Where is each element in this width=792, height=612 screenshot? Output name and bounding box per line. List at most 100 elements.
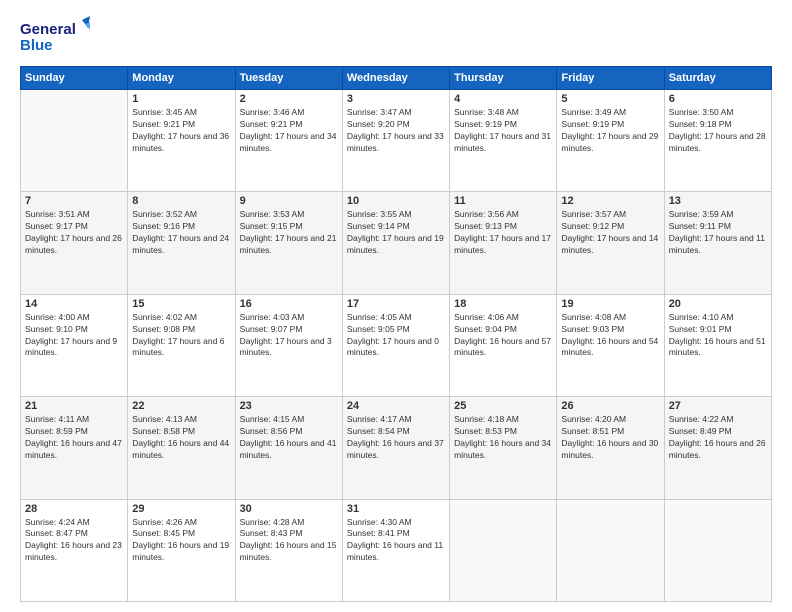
day-info: Sunrise: 4:15 AMSunset: 8:56 PMDaylight:… (240, 414, 338, 462)
day-info: Sunrise: 3:49 AMSunset: 9:19 PMDaylight:… (561, 107, 659, 155)
day-info: Sunrise: 4:02 AMSunset: 9:08 PMDaylight:… (132, 312, 230, 360)
calendar-page: General Blue SundayMondayTuesdayWednesda… (0, 0, 792, 612)
calendar-cell (557, 499, 664, 601)
calendar-cell (21, 90, 128, 192)
calendar-cell: 22 Sunrise: 4:13 AMSunset: 8:58 PMDayligh… (128, 397, 235, 499)
calendar-cell: 25 Sunrise: 4:18 AMSunset: 8:53 PMDayligh… (450, 397, 557, 499)
day-number: 29 (132, 503, 230, 515)
day-number: 22 (132, 400, 230, 412)
calendar-cell: 5Sunrise: 3:49 AMSunset: 9:19 PMDaylight… (557, 90, 664, 192)
day-number: 4 (454, 93, 552, 105)
calendar-cell: 28 Sunrise: 4:24 AMSunset: 8:47 PMDayligh… (21, 499, 128, 601)
calendar-cell: 23 Sunrise: 4:15 AMSunset: 8:56 PMDayligh… (235, 397, 342, 499)
day-info: Sunrise: 4:00 AMSunset: 9:10 PMDaylight:… (25, 312, 123, 360)
day-number: 12 (561, 195, 659, 207)
day-number: 23 (240, 400, 338, 412)
day-info: Sunrise: 3:45 AMSunset: 9:21 PMDaylight:… (132, 107, 230, 155)
day-number: 24 (347, 400, 445, 412)
day-info: Sunrise: 4:26 AMSunset: 8:45 PMDaylight:… (132, 517, 230, 565)
calendar-cell: 30 Sunrise: 4:28 AMSunset: 8:43 PMDayligh… (235, 499, 342, 601)
day-number: 25 (454, 400, 552, 412)
day-number: 20 (669, 298, 767, 310)
day-number: 1 (132, 93, 230, 105)
day-info: Sunrise: 4:11 AMSunset: 8:59 PMDaylight:… (25, 414, 123, 462)
calendar-cell: 21 Sunrise: 4:11 AMSunset: 8:59 PMDayligh… (21, 397, 128, 499)
weekday-header-row: SundayMondayTuesdayWednesdayThursdayFrid… (21, 67, 772, 90)
day-info: Sunrise: 3:53 AMSunset: 9:15 PMDaylight:… (240, 209, 338, 257)
day-info: Sunrise: 3:51 AMSunset: 9:17 PMDaylight:… (25, 209, 123, 257)
svg-text:General: General (20, 21, 76, 38)
calendar-cell: 9 Sunrise: 3:53 AMSunset: 9:15 PMDaylight… (235, 192, 342, 294)
calendar-cell: 31Sunrise: 4:30 AMSunset: 8:41 PMDayligh… (342, 499, 449, 601)
weekday-header-saturday: Saturday (664, 67, 771, 90)
week-row-3: 21 Sunrise: 4:11 AMSunset: 8:59 PMDayligh… (21, 397, 772, 499)
day-number: 17 (347, 298, 445, 310)
calendar-cell: 24 Sunrise: 4:17 AMSunset: 8:54 PMDayligh… (342, 397, 449, 499)
logo-svg: General Blue (20, 16, 90, 58)
day-info: Sunrise: 3:52 AMSunset: 9:16 PMDaylight:… (132, 209, 230, 257)
day-number: 21 (25, 400, 123, 412)
calendar-cell: 26 Sunrise: 4:20 AMSunset: 8:51 PMDayligh… (557, 397, 664, 499)
day-number: 7 (25, 195, 123, 207)
day-info: Sunrise: 4:20 AMSunset: 8:51 PMDaylight:… (561, 414, 659, 462)
calendar-cell: 27Sunrise: 4:22 AMSunset: 8:49 PMDayligh… (664, 397, 771, 499)
day-info: Sunrise: 3:56 AMSunset: 9:13 PMDaylight:… (454, 209, 552, 257)
day-info: Sunrise: 3:48 AMSunset: 9:19 PMDaylight:… (454, 107, 552, 155)
calendar-cell: 18Sunrise: 4:06 AMSunset: 9:04 PMDayligh… (450, 294, 557, 396)
day-info: Sunrise: 4:17 AMSunset: 8:54 PMDaylight:… (347, 414, 445, 462)
day-number: 28 (25, 503, 123, 515)
week-row-0: 1 Sunrise: 3:45 AMSunset: 9:21 PMDaylight… (21, 90, 772, 192)
calendar-table: SundayMondayTuesdayWednesdayThursdayFrid… (20, 66, 772, 602)
day-info: Sunrise: 3:46 AMSunset: 9:21 PMDaylight:… (240, 107, 338, 155)
day-info: Sunrise: 4:24 AMSunset: 8:47 PMDaylight:… (25, 517, 123, 565)
calendar-cell (450, 499, 557, 601)
calendar-cell: 3Sunrise: 3:47 AMSunset: 9:20 PMDaylight… (342, 90, 449, 192)
weekday-header-sunday: Sunday (21, 67, 128, 90)
header: General Blue (20, 16, 772, 58)
day-info: Sunrise: 4:08 AMSunset: 9:03 PMDaylight:… (561, 312, 659, 360)
calendar-cell: 19 Sunrise: 4:08 AMSunset: 9:03 PMDayligh… (557, 294, 664, 396)
day-info: Sunrise: 3:59 AMSunset: 9:11 PMDaylight:… (669, 209, 767, 257)
day-number: 14 (25, 298, 123, 310)
day-number: 27 (669, 400, 767, 412)
day-number: 2 (240, 93, 338, 105)
calendar-cell: 6Sunrise: 3:50 AMSunset: 9:18 PMDaylight… (664, 90, 771, 192)
weekday-header-tuesday: Tuesday (235, 67, 342, 90)
day-number: 30 (240, 503, 338, 515)
day-info: Sunrise: 3:57 AMSunset: 9:12 PMDaylight:… (561, 209, 659, 257)
weekday-header-thursday: Thursday (450, 67, 557, 90)
day-info: Sunrise: 4:18 AMSunset: 8:53 PMDaylight:… (454, 414, 552, 462)
calendar-cell: 4 Sunrise: 3:48 AMSunset: 9:19 PMDaylight… (450, 90, 557, 192)
day-number: 10 (347, 195, 445, 207)
calendar-cell: 17 Sunrise: 4:05 AMSunset: 9:05 PMDayligh… (342, 294, 449, 396)
day-info: Sunrise: 4:30 AMSunset: 8:41 PMDaylight:… (347, 517, 445, 565)
calendar-cell: 8Sunrise: 3:52 AMSunset: 9:16 PMDaylight… (128, 192, 235, 294)
day-number: 16 (240, 298, 338, 310)
day-number: 15 (132, 298, 230, 310)
weekday-header-wednesday: Wednesday (342, 67, 449, 90)
calendar-cell: 11 Sunrise: 3:56 AMSunset: 9:13 PMDayligh… (450, 192, 557, 294)
day-info: Sunrise: 4:03 AMSunset: 9:07 PMDaylight:… (240, 312, 338, 360)
day-number: 19 (561, 298, 659, 310)
day-info: Sunrise: 4:13 AMSunset: 8:58 PMDaylight:… (132, 414, 230, 462)
calendar-cell: 13 Sunrise: 3:59 AMSunset: 9:11 PMDayligh… (664, 192, 771, 294)
calendar-cell: 15 Sunrise: 4:02 AMSunset: 9:08 PMDayligh… (128, 294, 235, 396)
weekday-header-monday: Monday (128, 67, 235, 90)
day-number: 9 (240, 195, 338, 207)
day-number: 11 (454, 195, 552, 207)
calendar-cell: 14 Sunrise: 4:00 AMSunset: 9:10 PMDayligh… (21, 294, 128, 396)
calendar-cell: 20 Sunrise: 4:10 AMSunset: 9:01 PMDayligh… (664, 294, 771, 396)
day-info: Sunrise: 4:05 AMSunset: 9:05 PMDaylight:… (347, 312, 445, 360)
calendar-cell: 10Sunrise: 3:55 AMSunset: 9:14 PMDayligh… (342, 192, 449, 294)
calendar-cell: 2 Sunrise: 3:46 AMSunset: 9:21 PMDaylight… (235, 90, 342, 192)
day-info: Sunrise: 4:28 AMSunset: 8:43 PMDaylight:… (240, 517, 338, 565)
day-number: 18 (454, 298, 552, 310)
week-row-4: 28 Sunrise: 4:24 AMSunset: 8:47 PMDayligh… (21, 499, 772, 601)
calendar-cell: 1 Sunrise: 3:45 AMSunset: 9:21 PMDaylight… (128, 90, 235, 192)
day-info: Sunrise: 4:10 AMSunset: 9:01 PMDaylight:… (669, 312, 767, 360)
calendar-cell: 7 Sunrise: 3:51 AMSunset: 9:17 PMDaylight… (21, 192, 128, 294)
day-info: Sunrise: 3:47 AMSunset: 9:20 PMDaylight:… (347, 107, 445, 155)
calendar-cell: 29 Sunrise: 4:26 AMSunset: 8:45 PMDayligh… (128, 499, 235, 601)
day-number: 13 (669, 195, 767, 207)
day-number: 26 (561, 400, 659, 412)
